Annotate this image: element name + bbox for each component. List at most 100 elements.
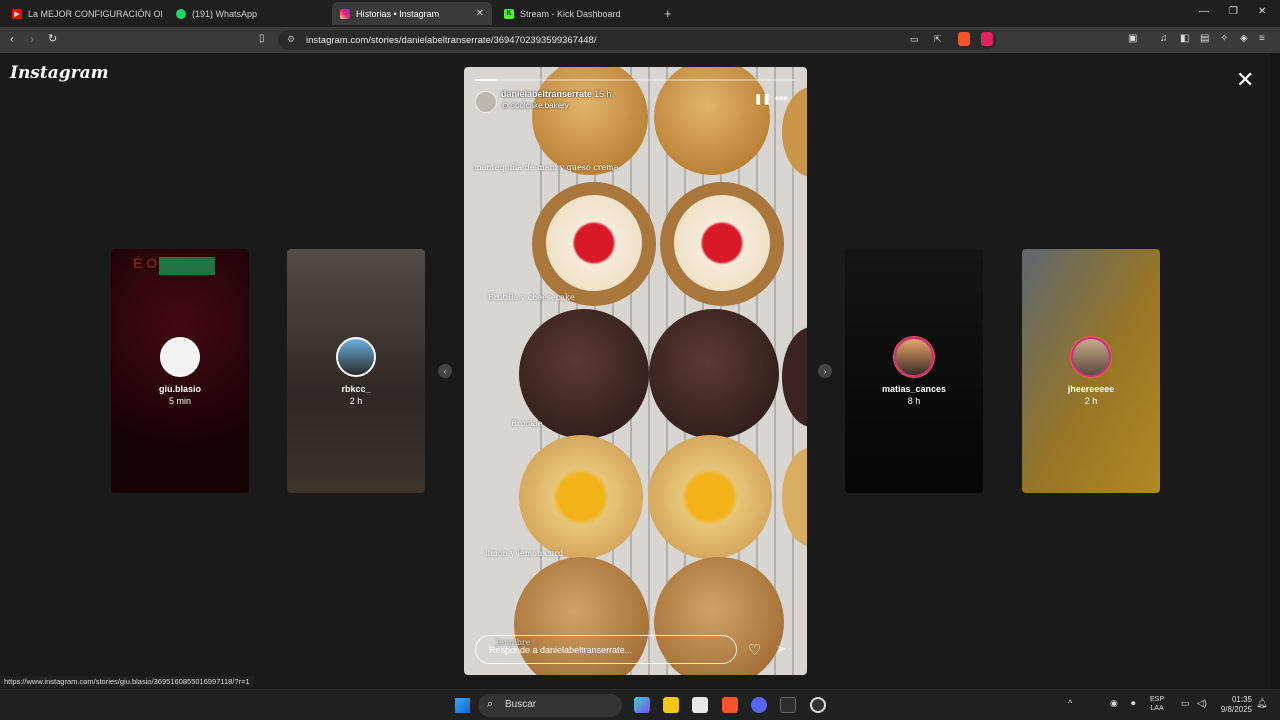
- editor-icon[interactable]: [780, 697, 796, 713]
- story-preview-matias-cances[interactable]: matias_cances 8 h: [845, 249, 983, 493]
- reply-input[interactable]: Responde a danielabeltranserrate...: [475, 635, 737, 664]
- wallet-icon[interactable]: ▤: [1200, 33, 1209, 44]
- preview-username: rbkcc_: [341, 384, 371, 394]
- tab-whatsapp[interactable]: (191) WhatsApp: [168, 2, 326, 25]
- system-clock[interactable]: 01:35 9/8/2025: [1212, 695, 1252, 715]
- language-indicator[interactable]: ESP LAA: [1150, 695, 1164, 713]
- story-username[interactable]: danielabeltranserrate: [501, 89, 592, 99]
- strawberry-topping: [674, 195, 770, 291]
- story-preview-jheereeeee[interactable]: jheereeeee 2 h: [1022, 249, 1160, 493]
- screenshot-icon[interactable]: ▣: [1128, 33, 1137, 44]
- browser-toolbar: ‹ › ↻ ▯ ⚙ instagram.com/stories/danielab…: [0, 27, 1280, 53]
- story-preview-giu-blasio[interactable]: É O giu.blasio 5 min: [111, 249, 249, 493]
- taskbar-search[interactable]: ⌕ Buscar: [478, 694, 622, 717]
- more-options-icon[interactable]: •••: [775, 91, 788, 105]
- story-time: 15 h: [594, 89, 612, 99]
- tab-title: (191) WhatsApp: [192, 8, 258, 19]
- keyboard-layout: LAA: [1150, 705, 1164, 712]
- instagram-story-viewer: Instagram ✕ É O giu.blasio 5 min rbkcc_ …: [0, 53, 1280, 689]
- vpn-icon[interactable]: ◈: [1240, 33, 1248, 44]
- story-progress-fill: [475, 79, 498, 81]
- send-icon[interactable]: ➢: [776, 641, 787, 657]
- windows-start-icon[interactable]: [455, 698, 470, 713]
- pause-icon[interactable]: ❚❚: [754, 94, 771, 105]
- tab-title: Historias • Instagram: [356, 8, 440, 19]
- close-tab-icon[interactable]: ✕: [476, 8, 484, 19]
- tray-overflow-icon[interactable]: ^: [1068, 698, 1072, 708]
- store-icon[interactable]: [692, 697, 708, 713]
- tab-kick[interactable]: K Stream - Kick Dashboard: [496, 2, 656, 25]
- tab-title: La MEJOR CONFIGURACIÓN OBS: [28, 8, 162, 19]
- minimize-icon[interactable]: —: [1199, 6, 1209, 17]
- story-sub-account[interactable]: ⊙ soulcake.bakery: [502, 101, 569, 110]
- windows-taskbar: ⌕ Buscar ^ ◉ ⏺ ESP LAA ▭ ◁) 01:35 9/8/20…: [0, 689, 1280, 720]
- browser-tab-strip: ▶ La MEJOR CONFIGURACIÓN OBS (191) Whats…: [0, 0, 1280, 27]
- tab-title: Stream - Kick Dashboard: [520, 8, 621, 19]
- address-bar[interactable]: ⚙ instagram.com/stories/danielabeltranse…: [278, 30, 996, 50]
- back-icon[interactable]: ‹: [10, 32, 14, 46]
- brave-rewards-icon[interactable]: [981, 32, 993, 46]
- caption-brookie: Brookie: [511, 419, 543, 428]
- previous-story-icon[interactable]: ‹: [438, 364, 452, 378]
- bookmark-icon[interactable]: ▯: [259, 33, 265, 44]
- preview-username: matias_cances: [881, 384, 947, 394]
- clock-time: 01:35: [1231, 695, 1252, 704]
- avatar: [1071, 337, 1111, 377]
- language-code: ESP: [1150, 696, 1165, 703]
- preview-time: 5 min: [168, 396, 191, 406]
- microphone-icon[interactable]: ⏺: [1131, 698, 1136, 709]
- window-close-icon[interactable]: ✕: [1258, 6, 1266, 17]
- kick-icon: K: [504, 8, 514, 19]
- instagram-logo[interactable]: Instagram: [10, 63, 109, 83]
- url-text: instagram.com/stories/danielabeltranserr…: [306, 34, 597, 46]
- page-scrollbar[interactable]: [1270, 53, 1280, 689]
- like-heart-icon[interactable]: ♡: [748, 641, 761, 659]
- close-stories-icon[interactable]: ✕: [1236, 67, 1254, 93]
- caption-lemon: limón y lemon curd: [485, 549, 564, 558]
- strawberry-topping: [546, 195, 642, 291]
- tray-app-icon[interactable]: ◉: [1110, 698, 1118, 709]
- avatar[interactable]: [475, 91, 497, 113]
- cookie-lemon: [648, 435, 772, 559]
- site-info-icon[interactable]: ⚙: [287, 34, 295, 45]
- preview-username: jheereeeee: [1067, 384, 1115, 394]
- search-icon: ⌕: [487, 698, 494, 710]
- discord-icon[interactable]: [751, 697, 767, 713]
- whatsapp-icon: [176, 8, 186, 19]
- obs-icon[interactable]: [810, 697, 826, 713]
- next-story-icon[interactable]: ›: [818, 364, 832, 378]
- caption-strawberry: Frutilla y cheesecake: [488, 293, 575, 302]
- restore-icon[interactable]: ❐: [1229, 6, 1238, 17]
- preview-username: giu.blasio: [158, 384, 201, 394]
- leo-icon[interactable]: ✧: [1220, 33, 1228, 44]
- copilot-icon[interactable]: [634, 697, 650, 713]
- notifications-icon[interactable]: 🔔︎: [1256, 698, 1267, 709]
- brave-taskbar-icon[interactable]: [722, 697, 738, 713]
- file-explorer-icon[interactable]: [663, 697, 679, 713]
- menu-icon[interactable]: ≡: [1259, 33, 1265, 44]
- youtube-icon: ▶: [12, 8, 22, 19]
- cast-icon[interactable]: ▭: [910, 34, 919, 45]
- reload-icon[interactable]: ↻: [48, 32, 57, 45]
- avatar: [160, 337, 200, 377]
- volume-icon[interactable]: ◁): [1197, 698, 1207, 709]
- tab-youtube[interactable]: ▶ La MEJOR CONFIGURACIÓN OBS: [4, 2, 162, 25]
- media-icon[interactable]: ♫: [1160, 33, 1168, 44]
- forward-icon[interactable]: ›: [30, 32, 34, 46]
- network-icon[interactable]: ▭: [1181, 698, 1190, 709]
- new-tab-icon[interactable]: +: [664, 6, 672, 21]
- preview-time: 2 h: [1084, 396, 1098, 406]
- sub-account-name: soulcake.bakery: [510, 101, 569, 110]
- active-story[interactable]: danielabeltranserrate 15 h ⊙ soulcake.ba…: [464, 67, 807, 675]
- preview-time: 2 h: [349, 396, 363, 406]
- collab-icon: ⊙: [502, 101, 511, 110]
- clock-date: 9/8/2025: [1220, 705, 1252, 714]
- sidebar-icon[interactable]: ◧: [1180, 33, 1189, 44]
- avatar: [336, 337, 376, 377]
- cookie-lemon: [519, 435, 643, 559]
- share-icon[interactable]: ⇱: [934, 34, 942, 45]
- tab-instagram[interactable]: Historias • Instagram ✕: [332, 2, 492, 25]
- story-preview-rbkcc[interactable]: rbkcc_ 2 h: [287, 249, 425, 493]
- brave-shields-icon[interactable]: [958, 32, 970, 46]
- story-progress-bar: [475, 79, 796, 81]
